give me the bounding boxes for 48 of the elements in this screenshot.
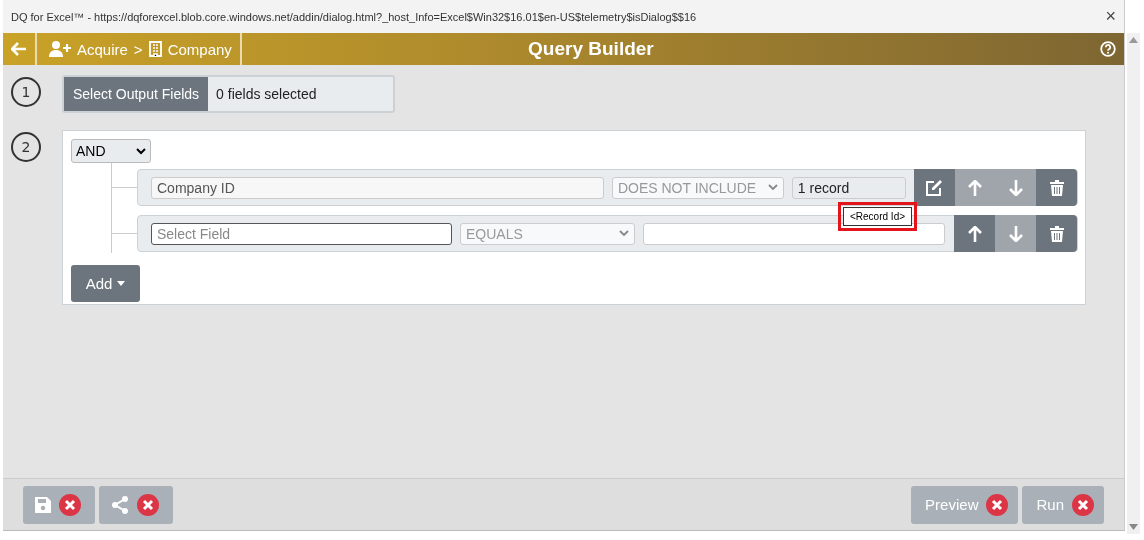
page-title: Query Builder <box>528 38 654 60</box>
fields-summary: 0 fields selected <box>215 85 318 104</box>
step-number: 2 <box>11 132 41 162</box>
step-number: 1 <box>11 77 41 107</box>
error-icon <box>137 493 159 516</box>
arrow-up-icon <box>968 179 983 196</box>
arrow-down-icon <box>1008 179 1023 196</box>
logic-select[interactable]: AND <box>71 139 151 163</box>
share-button[interactable] <box>99 485 173 524</box>
close-button[interactable]: × <box>1103 6 1118 27</box>
value-input[interactable] <box>643 222 945 245</box>
share-icon <box>111 495 129 514</box>
value-display[interactable]: 1 record <box>791 176 907 199</box>
window-title: DQ for Excel™ - https://dqforexcel.blob.core.windows.net/addin/dialog.html?_host_Info=Excel$Win32$16.01$en-US$telemetry$isDialog$$16 <box>11 10 697 23</box>
user-plus-icon <box>49 41 71 57</box>
error-icon <box>986 493 1009 516</box>
chevron-down-icon <box>619 230 629 237</box>
error-icon <box>59 493 81 516</box>
scroll-down-arrow-icon[interactable] <box>1129 524 1138 530</box>
select-output-fields-button[interactable]: Select Output Fields <box>64 77 209 111</box>
edit-button[interactable] <box>914 169 955 206</box>
error-icon <box>1072 493 1094 516</box>
chevron-down-icon <box>136 147 146 155</box>
arrow-up-icon <box>967 225 982 242</box>
caret-icon <box>117 281 126 286</box>
tooltip: <Record Id> <box>843 207 913 226</box>
breadcrumb-link[interactable]: Acquire <box>77 40 128 58</box>
trash-icon <box>1049 225 1064 242</box>
field-display[interactable]: Company ID <box>151 176 604 199</box>
delete-button[interactable] <box>1036 215 1077 252</box>
building-icon <box>148 41 162 57</box>
add-button[interactable]: Add <box>71 265 140 302</box>
help-icon[interactable] <box>1100 41 1116 57</box>
chevron-down-icon <box>767 184 778 191</box>
up-button[interactable] <box>954 215 995 252</box>
arrow-left-icon <box>11 42 27 56</box>
delete-button[interactable] <box>1036 169 1077 206</box>
operator-select[interactable]: EQUALS <box>460 222 635 245</box>
arrow-down-icon <box>1008 225 1023 242</box>
operator-select[interactable]: DOES NOT INCLUDE <box>611 176 784 199</box>
edit-icon <box>925 178 944 197</box>
scroll-up-arrow-icon[interactable] <box>1129 37 1138 43</box>
save-icon <box>35 496 51 513</box>
field-input[interactable]: Select Field <box>151 222 452 245</box>
save-button[interactable] <box>23 485 95 524</box>
breadcrumb-separator: > <box>133 40 143 58</box>
trash-icon <box>1049 179 1064 196</box>
breadcrumb-item: Company <box>167 40 232 58</box>
